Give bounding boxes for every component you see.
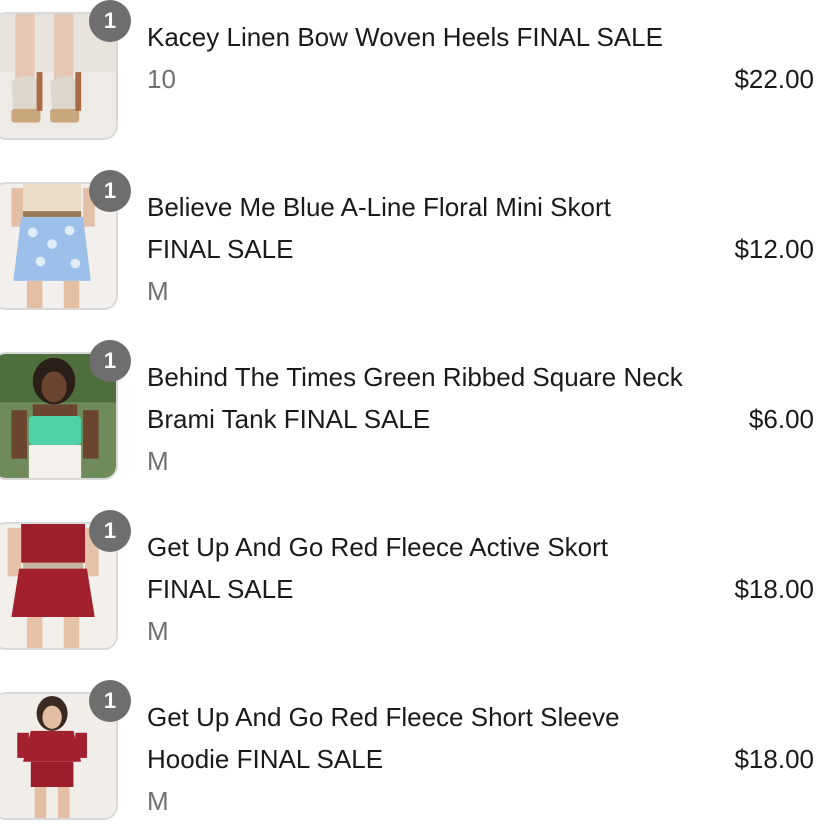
item-variant: M — [147, 786, 169, 816]
quantity-badge: 1 — [89, 340, 131, 382]
item-info: Get Up And Go Red Fleece Active Skort FI… — [147, 526, 687, 652]
list-item: 1 Behind The Times Green Ribbed Square N… — [0, 340, 832, 510]
item-variant: M — [147, 616, 169, 646]
item-title: Believe Me Blue A-Line Floral Mini Skort… — [147, 192, 611, 264]
order-summary-list: 1 Kacey Linen Bow Woven Heels FINAL SALE… — [0, 0, 832, 828]
list-item: 1 Believe Me Blue A-Line Floral Mini Sko… — [0, 170, 832, 340]
item-variant: 10 — [147, 64, 176, 94]
item-info: Get Up And Go Red Fleece Short Sleeve Ho… — [147, 696, 687, 822]
list-item: 1 Get Up And Go Red Fleece Active Skort … — [0, 510, 832, 680]
quantity-badge: 1 — [89, 170, 131, 212]
item-price: $18.00 — [734, 744, 814, 774]
item-title: Get Up And Go Red Fleece Short Sleeve Ho… — [147, 702, 620, 774]
item-price: $22.00 — [734, 64, 814, 94]
item-price: $6.00 — [748, 404, 814, 434]
quantity-badge: 1 — [89, 680, 131, 722]
item-title: Kacey Linen Bow Woven Heels FINAL SALE — [147, 22, 663, 52]
item-title: Get Up And Go Red Fleece Active Skort FI… — [147, 532, 609, 604]
item-variant: M — [147, 446, 169, 476]
quantity-badge: 1 — [89, 0, 131, 42]
item-title: Behind The Times Green Ribbed Square Nec… — [147, 362, 683, 434]
item-info: Kacey Linen Bow Woven Heels FINAL SALE 1… — [147, 16, 687, 100]
item-variant: M — [147, 276, 169, 306]
quantity-badge: 1 — [89, 510, 131, 552]
list-item: 1 Kacey Linen Bow Woven Heels FINAL SALE… — [0, 0, 832, 170]
item-price: $18.00 — [734, 574, 814, 604]
item-info: Behind The Times Green Ribbed Square Nec… — [147, 356, 687, 482]
list-item: 1 Get Up And Go Red Fleece Short Sleeve … — [0, 680, 832, 828]
item-price: $12.00 — [734, 234, 814, 264]
item-info: Believe Me Blue A-Line Floral Mini Skort… — [147, 186, 687, 312]
